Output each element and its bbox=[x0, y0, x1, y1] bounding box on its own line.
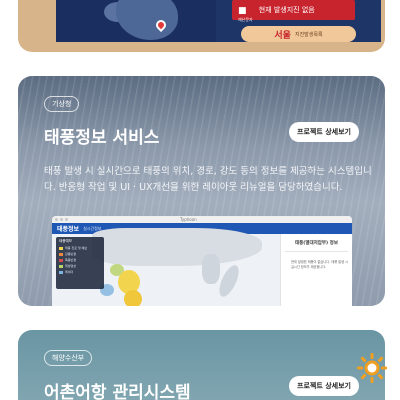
alert-sub-label: 재난문자 bbox=[238, 16, 253, 22]
project-card-earthquake[interactable]: ■ 재난문자 현재 발생지진 없음 서울 지진발생목록 bbox=[18, 0, 385, 52]
mock-logo: 태풍정보 bbox=[57, 226, 80, 233]
browser-url: Typhoon bbox=[180, 217, 197, 222]
alert-badge: ■ 재난문자 bbox=[238, 0, 253, 23]
earthquake-screenshot: ■ 재난문자 현재 발생지진 없음 서울 지진발생목록 bbox=[56, 0, 381, 42]
client-tag: 해양수산부 bbox=[44, 350, 93, 366]
project-title: 태풍정보 서비스 bbox=[44, 128, 160, 148]
legend-item: 강풍반경 bbox=[59, 252, 101, 256]
project-card-typhoon[interactable]: 기상청 태풍정보 서비스 프로젝트 상세보기 태풍 발생 시 실시간으로 태풍의… bbox=[18, 76, 385, 306]
earthquake-alert-banner: ■ 재난문자 현재 발생지진 없음 bbox=[232, 0, 355, 23]
legend-title: 태풍예보 bbox=[59, 239, 72, 243]
portfolio-page: ■ 재난문자 현재 발생지진 없음 서울 지진발생목록 기상청 태풍정보 서비스… bbox=[0, 0, 400, 400]
client-tag: 기상청 bbox=[44, 96, 80, 112]
project-card-fishing-port[interactable]: 해양수산부 어촌어항 관리시스템 프로젝트 상세보기 bbox=[18, 330, 385, 400]
korea-map bbox=[56, 0, 216, 42]
panel-text: 현재 발생한 태풍이 없습니다. 태풍 발생 시 실시간 정보가 제공됩니다. bbox=[291, 260, 348, 269]
map-legend: 태풍예보 태풍 진로 및 예보 강풍반경 폭풍반경 위성영상 레이더 bbox=[56, 237, 104, 289]
project-detail-button[interactable]: 프로젝트 상세보기 bbox=[289, 376, 359, 396]
city-name: 서울 bbox=[274, 30, 291, 41]
sun-icon[interactable] bbox=[356, 352, 388, 384]
panel-title: 태풍(열대저압부) 정보 bbox=[295, 241, 338, 246]
project-title: 어촌어항 관리시스템 bbox=[44, 383, 191, 400]
legend-item: 태풍 진로 및 예보 bbox=[59, 246, 101, 250]
legend-item: 위성영상 bbox=[59, 264, 101, 268]
legend-item: 폭풍반경 bbox=[59, 258, 101, 262]
project-description: 태풍 발생 시 실시간으로 태풍의 위치, 경로, 강도 등의 정보를 제공하는… bbox=[44, 166, 372, 193]
city-label: 지진발생목록 bbox=[294, 31, 323, 38]
browser-bar: Typhoon bbox=[52, 216, 352, 223]
project-detail-button[interactable]: 프로젝트 상세보기 bbox=[289, 122, 359, 142]
typhoon-info-panel: 태풍(열대저압부) 정보 현재 발생한 태풍이 없습니다. 태풍 발생 시 실시… bbox=[280, 234, 352, 306]
megaphone-icon: ■ bbox=[238, 5, 247, 16]
legend-item: 레이더 bbox=[59, 270, 101, 274]
alert-text: 현재 발생지진 없음 bbox=[258, 6, 315, 14]
city-pill: 서울 지진발생목록 bbox=[241, 26, 356, 42]
typhoon-screenshot: Typhoon 태풍정보 실시간정보 태풍예보 태풍 진로 및 예보 강풍반경 … bbox=[52, 216, 352, 306]
